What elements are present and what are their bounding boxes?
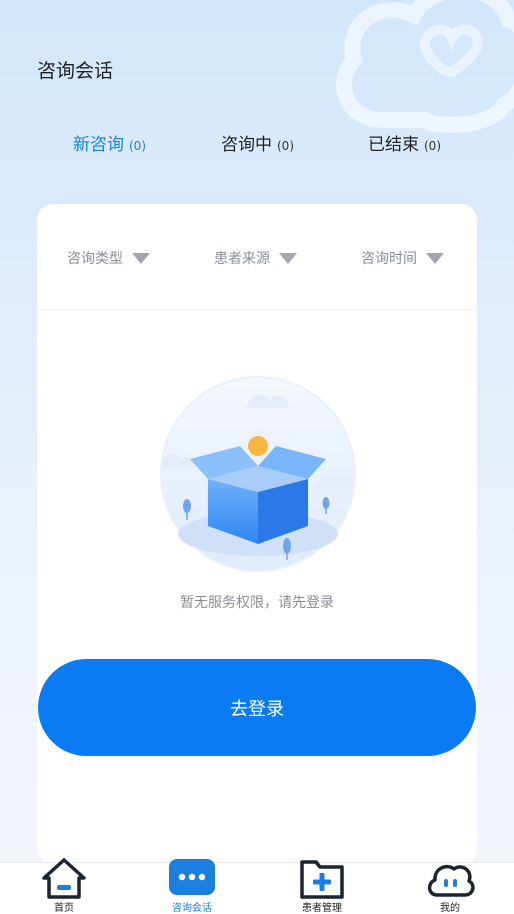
triangle-down-icon: [279, 252, 297, 264]
nav-patient-management[interactable]: 患者管理: [277, 860, 367, 914]
filter-consult-type[interactable]: 咨询类型: [67, 248, 150, 268]
chat-icon: [169, 859, 215, 895]
filter-bar: 咨询类型 患者来源 咨询时间: [37, 204, 477, 310]
empty-box-icon: [160, 376, 356, 572]
triangle-down-icon: [132, 252, 150, 264]
nav-label: 咨询会话: [172, 903, 212, 914]
status-tabs: 新咨询 (0) 咨询中 (0) 已结束 (0): [0, 130, 514, 160]
cloud-face-icon: [427, 864, 475, 897]
filter-consult-time[interactable]: 咨询时间: [361, 248, 444, 268]
filter-label: 患者来源: [214, 251, 270, 267]
tab-label: 新咨询: [73, 135, 124, 155]
heart-cloud-decoration: [336, 0, 514, 133]
nav-mine[interactable]: 我的: [405, 863, 495, 914]
login-button[interactable]: 去登录: [38, 659, 476, 756]
bottom-nav: 首页 咨询会话 患者管理 我的: [0, 858, 514, 914]
home-icon: [42, 858, 86, 899]
tab-count: (0): [277, 139, 294, 153]
tab-label: 已结束: [368, 135, 419, 155]
nav-label: 首页: [54, 903, 74, 914]
tab-new-consultation[interactable]: 新咨询 (0): [73, 130, 146, 155]
folder-plus-icon: [300, 860, 344, 899]
tab-in-consultation[interactable]: 咨询中 (0): [221, 130, 294, 155]
filter-patient-source[interactable]: 患者来源: [214, 248, 297, 268]
consultation-card: 咨询类型 患者来源 咨询时间 暂无服务权限，请先登录 去登录: [37, 204, 477, 864]
filter-label: 咨询类型: [67, 251, 123, 267]
nav-consultation[interactable]: 咨询会话: [147, 859, 237, 914]
nav-label: 患者管理: [302, 903, 342, 914]
triangle-down-icon: [426, 252, 444, 264]
empty-state-message: 暂无服务权限，请先登录: [180, 595, 334, 611]
filter-label: 咨询时间: [361, 251, 417, 267]
tab-count: (0): [424, 139, 441, 153]
nav-home[interactable]: 首页: [19, 858, 109, 914]
nav-label: 我的: [440, 903, 460, 914]
tab-label: 咨询中: [221, 135, 272, 155]
page-title: 咨询会话: [37, 60, 114, 82]
tab-count: (0): [129, 139, 146, 153]
tab-finished[interactable]: 已结束 (0): [368, 130, 441, 155]
